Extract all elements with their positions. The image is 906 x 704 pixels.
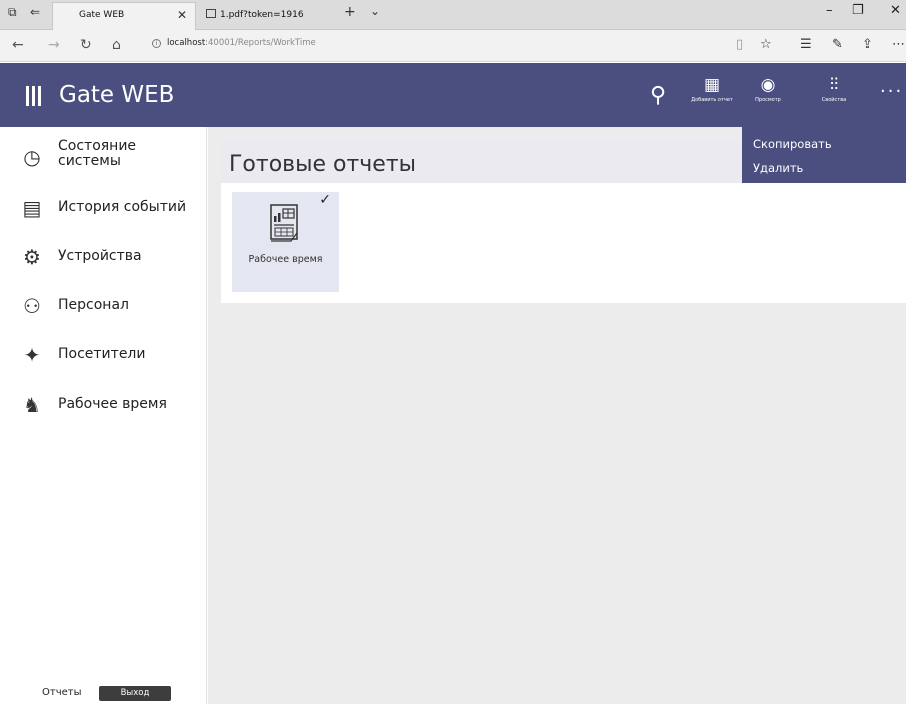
report-card[interactable]: ✓ Рабочее время (232, 192, 339, 292)
history-icon: ▤ (22, 196, 42, 220)
sidebar-item-label: Персонал (58, 297, 129, 313)
sidebar-item-visitors[interactable]: ✦ Посетители (0, 337, 207, 373)
sidebar-item-label: Посетители (58, 346, 146, 362)
info-icon: i (152, 39, 161, 48)
address-bar: ← → ↻ ⌂ i localhost:40001/Reports/WorkTim… (0, 30, 906, 62)
tab-title: Gate WEB (79, 10, 125, 20)
sidebar-item-label: Состояние системы (58, 138, 137, 169)
favorite-star-icon[interactable]: ☆ (760, 37, 772, 52)
gear-icon: ⚙ (23, 245, 41, 269)
browser-tab[interactable]: 1.pdf?token=1916 (198, 2, 328, 30)
sidebar-item-devices[interactable]: ⚙ Устройства (0, 239, 207, 275)
sidebar-item-staff[interactable]: ⚇ Персонал (0, 288, 207, 324)
more-icon[interactable]: ⋯ (892, 37, 905, 52)
sidebar-item-label: Устройства (58, 248, 142, 264)
sidebar: ◷ Состояние системы ▤ История событий ⚙ … (0, 127, 207, 704)
browser-tab-active[interactable]: Gate WEB ✕ (52, 2, 196, 30)
properties-button[interactable]: ⫶⫶ Свойства (808, 75, 860, 103)
url-path: :40001/Reports/WorkTime (205, 38, 316, 48)
menu-icon[interactable] (26, 86, 42, 106)
gauge-icon: ◷ (23, 145, 41, 169)
eye-icon: ◉ (760, 75, 776, 95)
add-report-icon: ▦ (703, 75, 721, 95)
preview-label: Просмотр (755, 97, 781, 103)
url-host: localhost (167, 38, 206, 48)
app-header: Gate WEB ⚲ ▦ Добавить отчет ◉ Просмотр ⫶… (0, 63, 906, 127)
walker-icon: ✦ (23, 343, 41, 367)
worktime-icon: ♞ (23, 393, 41, 417)
refresh-icon[interactable]: ↻ (80, 37, 92, 53)
sidebar-item-system-state[interactable]: ◷ Состояние системы (0, 139, 207, 175)
report-card-label: Рабочее время (248, 254, 323, 265)
set-aside-tabs-icon[interactable]: ⇐ (30, 5, 40, 19)
sidebar-item-worktime[interactable]: ♞ Рабочее время (0, 387, 207, 423)
report-doc-icon (270, 204, 298, 242)
browser-tab-bar: ⧉ ⇐ Gate WEB ✕ 1.pdf?token=1916 + ⌄ – ❐ … (0, 0, 906, 30)
more-menu: Скопировать Удалить (742, 127, 906, 183)
logout-button[interactable]: Выход (99, 686, 171, 701)
sliders-icon: ⫶⫶ (829, 75, 839, 95)
close-tab-icon[interactable]: ✕ (177, 8, 187, 22)
minimize-icon[interactable]: – (826, 3, 833, 18)
restore-icon[interactable]: ❐ (852, 3, 864, 18)
back-icon[interactable]: ← (12, 37, 24, 53)
forward-icon[interactable]: → (48, 37, 60, 53)
tab-title: 1.pdf?token=1916 (220, 10, 304, 20)
reports-link[interactable]: Отчеты (42, 687, 81, 698)
close-window-icon[interactable]: ✕ (890, 3, 901, 18)
checkmark-icon: ✓ (319, 192, 331, 208)
add-report-button[interactable]: ▦ Добавить отчет (686, 75, 738, 103)
staff-icon: ⚇ (23, 294, 41, 318)
app-title: Gate WEB (59, 82, 175, 108)
main-content: Готовые отчеты ✓ Рабочее время (208, 127, 906, 704)
sidebar-item-label: Рабочее время (58, 396, 167, 412)
sidebar-item-label: История событий (58, 199, 187, 215)
reading-view-icon[interactable]: ▯ (736, 37, 743, 52)
page-title: Готовые отчеты (229, 152, 417, 177)
properties-label: Свойства (821, 97, 847, 103)
more-icon[interactable]: ··· (880, 81, 903, 102)
url-field[interactable]: i localhost:40001/Reports/WorkTime (152, 38, 316, 48)
sidebar-item-event-history[interactable]: ▤ История событий (0, 190, 207, 226)
pen-icon[interactable]: ✎ (832, 37, 843, 52)
new-tab-icon[interactable]: + (344, 4, 356, 20)
document-icon (206, 9, 216, 18)
favorites-list-icon[interactable]: ☰ (800, 37, 812, 52)
tab-actions-icon[interactable]: ⧉ (8, 5, 17, 20)
home-icon[interactable]: ⌂ (112, 37, 121, 53)
chevron-down-icon[interactable]: ⌄ (370, 4, 380, 18)
menu-item-delete[interactable]: Удалить (742, 160, 906, 184)
share-icon[interactable]: ⇪ (862, 37, 873, 52)
search-icon[interactable]: ⚲ (650, 83, 666, 108)
preview-button[interactable]: ◉ Просмотр (742, 75, 794, 103)
menu-item-copy[interactable]: Скопировать (742, 136, 906, 160)
add-report-label: Добавить отчет (691, 97, 733, 103)
